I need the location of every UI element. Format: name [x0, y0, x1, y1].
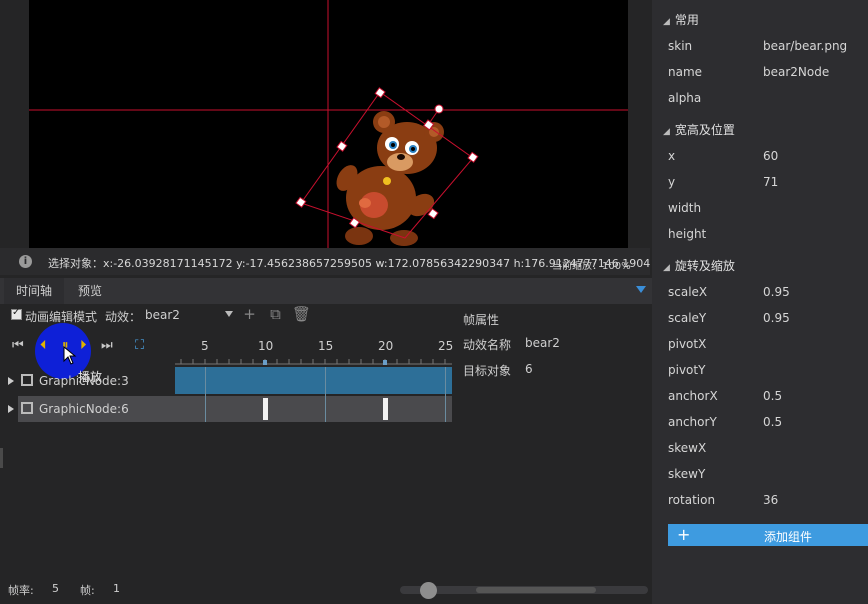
section-rotation-scale[interactable]: 旋转及缩放 — [663, 257, 735, 274]
node-icon — [21, 402, 33, 414]
prop-name-field[interactable]: bear2Node — [763, 65, 829, 79]
prop-y-field[interactable]: 71 — [763, 175, 778, 189]
slider-track — [476, 587, 596, 593]
frame-gridline — [205, 367, 206, 422]
prop-label: skewY — [668, 467, 706, 481]
prop-label: scaleX — [668, 285, 708, 299]
tab-preview[interactable]: 预览 — [66, 278, 114, 304]
prop-x-field[interactable]: 60 — [763, 149, 778, 163]
keyframe[interactable] — [263, 398, 268, 420]
track-graphicnode-3[interactable] — [175, 367, 452, 394]
bottom-tab-bar: 时间轴 预览 — [0, 278, 652, 304]
frame-value[interactable]: 1 — [113, 582, 120, 595]
prop-skewx-field[interactable] — [763, 441, 853, 457]
frame-props-anim-label: 动效名称 — [463, 338, 512, 352]
frame-gridline — [325, 367, 326, 422]
plus-icon: + — [677, 525, 691, 544]
keyframe[interactable] — [383, 398, 388, 420]
prop-rotation-field[interactable]: 36 — [763, 493, 778, 507]
prop-anchory-field[interactable]: 0.5 — [763, 415, 782, 429]
prop-label: pivotY — [668, 363, 706, 377]
prop-pivotx-field[interactable] — [763, 337, 853, 353]
last-frame-icon[interactable]: ⏭ — [101, 339, 113, 353]
left-scrollbar[interactable] — [0, 448, 3, 468]
node-icon — [21, 374, 33, 386]
tab-timeline[interactable]: 时间轴 — [4, 278, 65, 304]
slider-thumb[interactable] — [420, 582, 437, 599]
prop-label: height — [668, 227, 707, 241]
ruler-label: 25 — [438, 339, 454, 353]
collapse-arrow-icon[interactable] — [636, 286, 646, 293]
copy-icon[interactable]: ⧉ — [269, 307, 282, 322]
layer-row-label: GraphicNode:6 — [39, 402, 129, 416]
prop-label: name — [668, 65, 703, 79]
prop-label: rotation — [668, 493, 716, 507]
section-size-position[interactable]: 宽高及位置 — [663, 121, 735, 138]
prop-pivoty-field[interactable] — [763, 363, 853, 379]
timeline-zoom-slider[interactable] — [400, 586, 648, 594]
prop-label: skin — [668, 39, 693, 53]
prop-skin-field[interactable]: bear/bear.png — [763, 39, 868, 53]
ruler-label: 15 — [318, 339, 334, 353]
mouse-cursor-icon — [63, 346, 77, 365]
prop-label: width — [668, 201, 702, 215]
expand-caret-icon[interactable] — [8, 377, 14, 385]
frame-props-target-label: 目标对象 — [463, 364, 512, 378]
section-common[interactable]: 常用 — [663, 11, 699, 28]
prop-skewy-field[interactable] — [763, 467, 853, 483]
first-frame-icon[interactable]: ⏮ — [12, 339, 24, 353]
expand-caret-icon[interactable] — [8, 405, 14, 413]
fps-label: 帧率: — [8, 584, 34, 597]
prop-label: skewX — [668, 441, 707, 455]
anim-select-label: 动效： — [105, 310, 142, 324]
prop-height-field[interactable] — [763, 227, 853, 243]
prop-alpha-field[interactable] — [763, 91, 853, 107]
prop-scalex-field[interactable]: 0.95 — [763, 285, 790, 299]
add-icon[interactable]: + — [243, 307, 256, 322]
prop-label: anchorY — [668, 415, 717, 429]
ruler-label: 10 — [258, 339, 274, 353]
frame-ruler[interactable] — [175, 333, 452, 365]
anim-select-value[interactable]: bear2 — [145, 308, 180, 322]
prev-frame-icon[interactable]: ⏴ — [40, 339, 47, 353]
prop-label: scaleY — [668, 311, 707, 325]
frame-props-anim-value: bear2 — [525, 336, 560, 350]
next-frame-icon[interactable]: ⏵ — [80, 339, 87, 353]
frame-props-target-value: 6 — [525, 362, 533, 376]
ruler-label: 5 — [201, 339, 209, 353]
focus-icon[interactable]: ⛶ — [135, 339, 144, 353]
prop-width-field[interactable] — [763, 201, 853, 217]
info-icon: i — [19, 255, 32, 268]
add-component-label: 添加组件 — [764, 530, 813, 544]
frame-gridline — [445, 367, 446, 422]
frame-props-title: 帧属性 — [463, 313, 500, 327]
prop-anchorx-field[interactable]: 0.5 — [763, 389, 782, 403]
prop-label: pivotX — [668, 337, 707, 351]
prop-label: y — [668, 175, 676, 189]
chevron-down-icon[interactable] — [225, 311, 233, 317]
prop-label: x — [668, 149, 676, 163]
bear-sprite[interactable] — [295, 87, 479, 246]
track-graphicnode-6[interactable] — [175, 396, 452, 422]
stage-canvas[interactable] — [29, 0, 628, 248]
fps-value[interactable]: 5 — [52, 582, 59, 595]
prop-label: anchorX — [668, 389, 718, 403]
frame-label: 帧: — [80, 584, 95, 597]
ruler-label: 20 — [378, 339, 394, 353]
anim-edit-mode-checkbox[interactable] — [11, 307, 22, 320]
add-component-button[interactable]: + 添加组件 — [668, 524, 868, 546]
prop-scaley-field[interactable]: 0.95 — [763, 311, 790, 325]
prop-label: alpha — [668, 91, 702, 105]
layer-row[interactable]: GraphicNode:3 — [39, 368, 129, 394]
zoom-readout: 当前缩放：100% — [552, 261, 631, 272]
delete-icon[interactable]: 🗑 — [292, 307, 311, 322]
selection-info-bar: i 选择对象：x:-26.03928171145172 y:-17.456238… — [0, 248, 650, 275]
